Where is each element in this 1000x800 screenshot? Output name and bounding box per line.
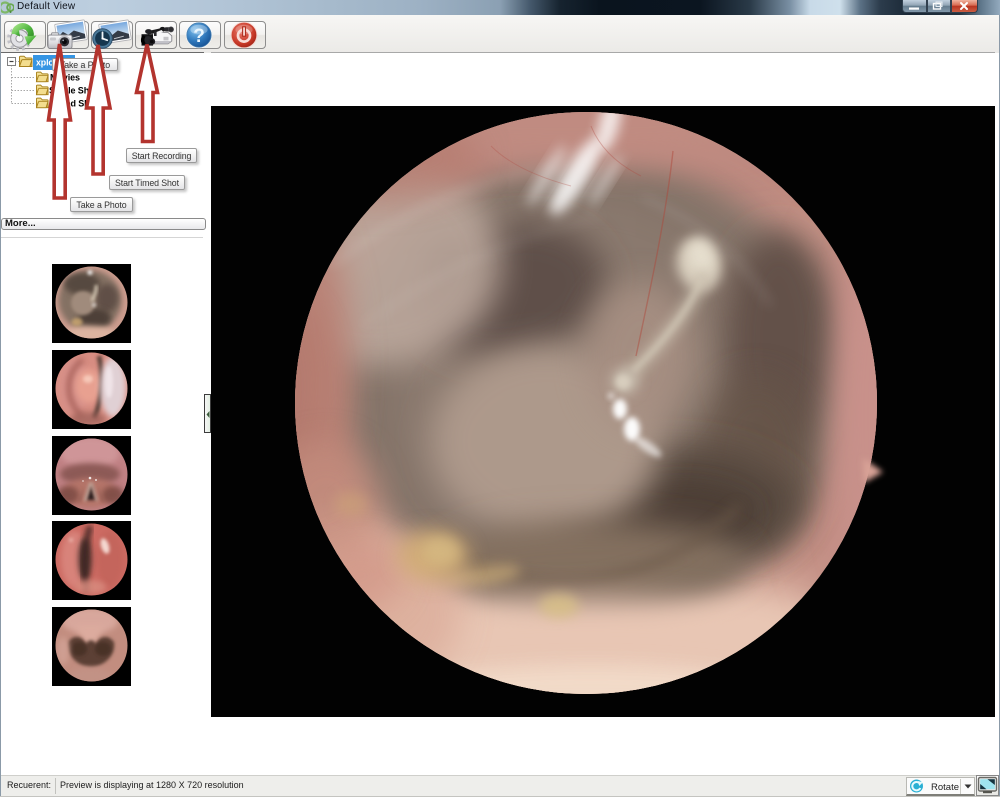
svg-text:Movies: Movies: [50, 73, 80, 83]
svg-text:?: ?: [193, 26, 205, 47]
svg-text:Rotate: Rotate: [931, 782, 959, 793]
svg-text:Single Shots: Single Shots: [49, 86, 102, 96]
svg-text:Timed Shots: Timed Shots: [50, 99, 103, 109]
